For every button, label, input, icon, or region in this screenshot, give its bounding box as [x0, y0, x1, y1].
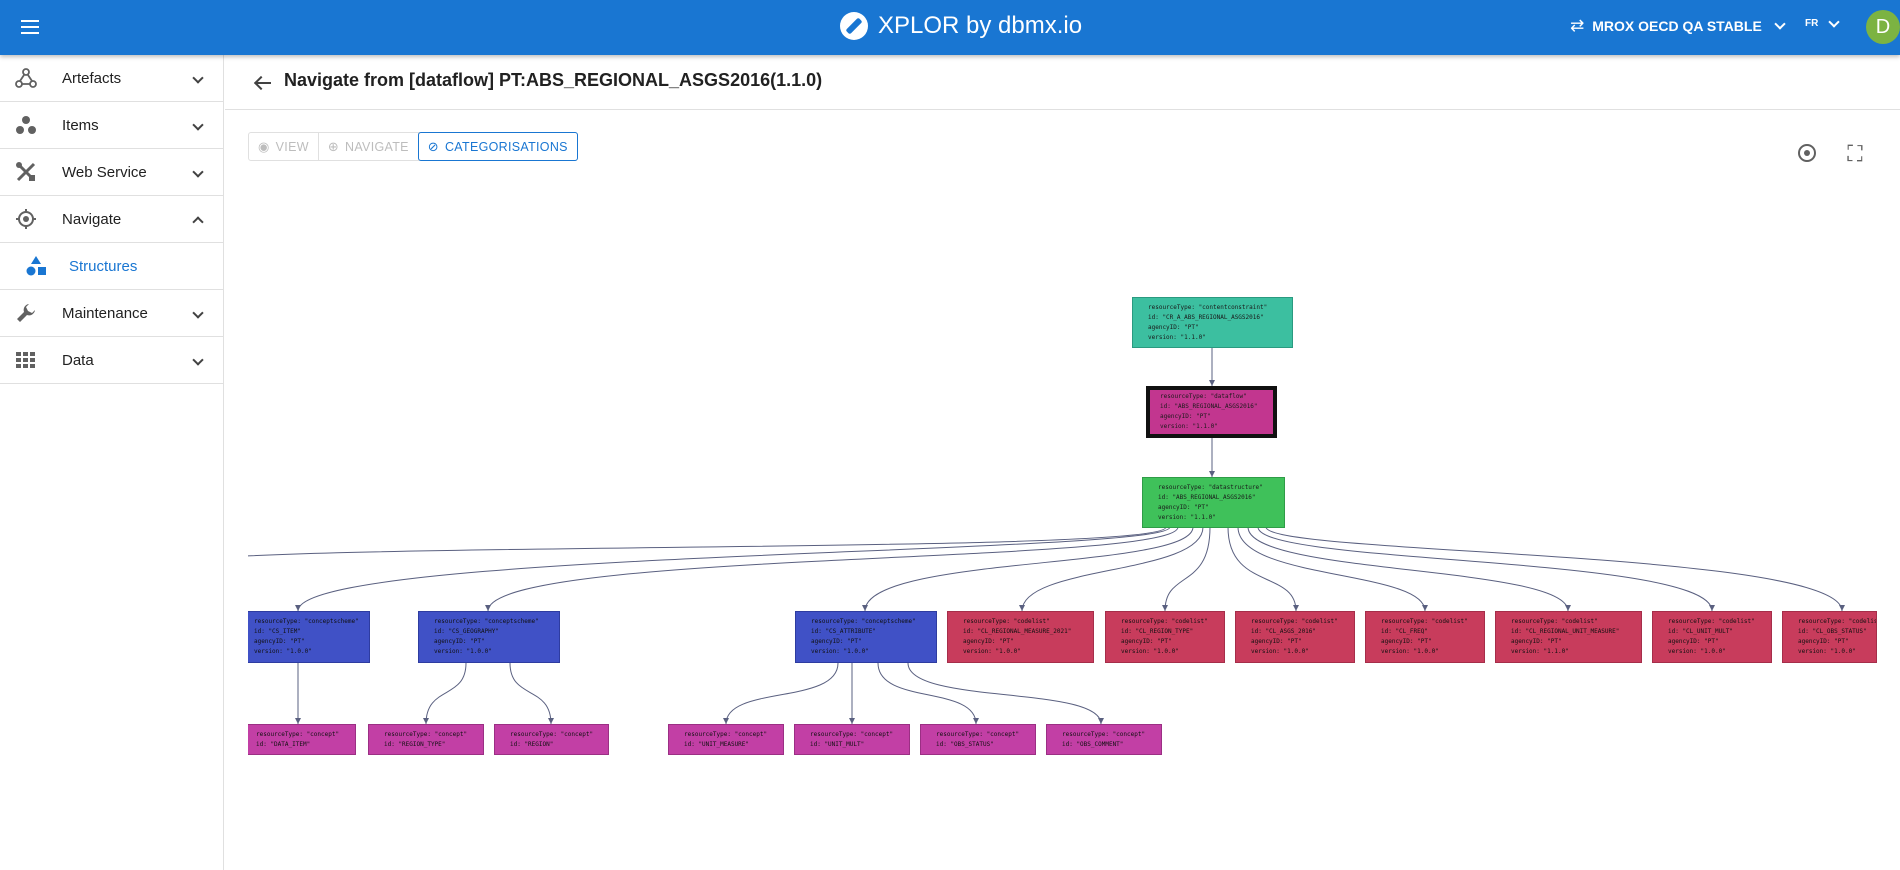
sidebar-item-label: Artefacts: [62, 69, 122, 87]
center-focus-icon[interactable]: [1796, 142, 1820, 166]
brand: XPLOR by dbmx.io: [840, 10, 1082, 42]
sidebar-item-label: Items: [62, 116, 99, 134]
datastructure-node[interactable]: resourceType: "datastructure" id: "ABS_R…: [1142, 477, 1285, 528]
swap-icon: ⇄: [1570, 16, 1585, 35]
navigate-icon: [14, 207, 38, 231]
page-title: Navigate from [dataflow] PT:ABS_REGIONAL…: [284, 70, 823, 90]
sidebar-item-data[interactable]: Data: [0, 337, 223, 384]
navigate-icon: ⊕: [327, 138, 340, 154]
codelist-node[interactable]: resourceType: "codelist" id: "CL_ASGS_20…: [1235, 611, 1355, 663]
concept-node[interactable]: resourceType: "concept" id: "OBS_COMMENT…: [1046, 724, 1162, 755]
chevron-down-icon: [192, 307, 204, 319]
language-selector[interactable]: FR: [1805, 15, 1841, 29]
codelist-node[interactable]: resourceType: "codelist" id: "CL_REGIONA…: [947, 611, 1094, 663]
concept-node[interactable]: resourceType: "concept" id: "UNIT_MULT": [794, 724, 910, 755]
codelist-node[interactable]: resourceType: "codelist" id: "CL_UNIT_MU…: [1652, 611, 1772, 663]
categorisations-button[interactable]: ⊘ CATEGORISATIONS: [417, 132, 578, 161]
eye-icon: ◉: [258, 138, 270, 154]
items-icon: [14, 113, 38, 137]
chevron-up-icon: [192, 216, 204, 228]
sidebar-item-structures[interactable]: Structures: [0, 243, 223, 290]
chevron-down-icon: [192, 119, 204, 131]
chevron-down-icon: [192, 166, 204, 178]
concept-node[interactable]: resourceType: "concept" id: "UNIT_MEASUR…: [668, 724, 784, 755]
edge: [248, 526, 1167, 557]
codelist-node[interactable]: resourceType: "codelist" id: "CL_OBS_STA…: [1782, 611, 1877, 663]
sidebar-item-maintenance[interactable]: Maintenance: [0, 290, 223, 337]
sidebar-item-label: Navigate: [62, 210, 122, 228]
edge: [1237, 526, 1426, 612]
codelist-node[interactable]: resourceType: "codelist" id: "CL_REGION_…: [1105, 611, 1225, 663]
app-bar: XPLOR by dbmx.io ⇄ MROX OECD QA STABLE F…: [0, 0, 1900, 55]
view-button[interactable]: ◉ VIEW: [249, 133, 319, 160]
artefacts-icon: [14, 66, 38, 90]
language-label: FR: [1805, 18, 1819, 29]
navigate-button-label: NAVIGATE: [345, 139, 409, 154]
edge: [509, 662, 552, 725]
chevron-down-icon: [1774, 18, 1786, 30]
contentconstraint-node[interactable]: resourceType: "contentconstraint" id: "C…: [1132, 297, 1293, 348]
sidebar-item-label: Data: [62, 351, 94, 369]
edge: [1021, 526, 1204, 612]
page-header: Navigate from [dataflow] PT:ABS_REGIONAL…: [225, 55, 1900, 110]
menu-icon[interactable]: [18, 15, 44, 39]
edge: [877, 662, 977, 725]
sidebar-item-label: Maintenance: [62, 304, 148, 322]
conceptscheme-node[interactable]: resourceType: "conceptscheme" id: "CS_AT…: [795, 611, 937, 663]
web-service-icon: [14, 160, 38, 184]
categorisations-button-label: CATEGORISATIONS: [444, 139, 568, 154]
sidebar-item-label: Web Service: [62, 163, 147, 181]
edge: [1257, 526, 1713, 612]
conceptscheme-node[interactable]: resourceType: "conceptscheme" id: "CS_GE…: [418, 611, 560, 663]
dataflow-node[interactable]: resourceType: "dataflow" id: "ABS_REGION…: [1146, 386, 1277, 438]
avatar[interactable]: D: [1866, 10, 1900, 44]
fit-view-icon[interactable]: ⛶: [1843, 142, 1867, 166]
sidebar-item-web-service[interactable]: Web Service: [0, 149, 223, 196]
environment-selector[interactable]: ⇄ MROX OECD QA STABLE: [1570, 16, 1786, 36]
sidebar: Artefacts Items Web Service Navigate Str…: [0, 55, 224, 870]
concept-node[interactable]: resourceType: "concept" id: "OBS_STATUS": [920, 724, 1036, 755]
sidebar-item-items[interactable]: Items: [0, 102, 223, 149]
view-toggle-group: ◉ VIEW ⊕ NAVIGATE ⊘ CATEGORISATIONS: [248, 132, 578, 161]
dependency-graph[interactable]: resourceType: "contentconstraint" id: "C…: [248, 170, 1888, 860]
edge: [907, 662, 1102, 725]
data-icon: [14, 348, 38, 372]
concept-node[interactable]: resourceType: "concept" id: "REGION": [494, 724, 609, 755]
edge: [1164, 526, 1211, 612]
edge: [725, 662, 839, 725]
sidebar-item-artefacts[interactable]: Artefacts: [0, 55, 223, 102]
concept-node[interactable]: resourceType: "concept" id: "REGION_TYPE…: [368, 724, 484, 755]
graph-edges: [248, 348, 1845, 725]
edge: [487, 526, 1179, 612]
maintenance-icon: [14, 301, 38, 325]
brand-title: XPLOR by dbmx.io: [878, 12, 1083, 39]
eye-off-icon: ⊘: [427, 138, 439, 154]
sidebar-item-label: Structures: [69, 257, 138, 275]
edge: [297, 526, 1171, 612]
edge: [1227, 526, 1297, 612]
chevron-down-icon: [192, 354, 204, 366]
sidebar-item-navigate[interactable]: Navigate: [0, 196, 223, 243]
concept-node[interactable]: resourceType: "concept" id: "DATA_ITEM": [248, 724, 356, 755]
view-button-label: VIEW: [275, 139, 309, 154]
edge: [425, 662, 467, 725]
compass-icon: [840, 12, 868, 40]
chevron-down-icon: [192, 72, 204, 84]
edge: [1247, 526, 1569, 612]
codelist-node[interactable]: resourceType: "codelist" id: "CL_FREQ" a…: [1365, 611, 1485, 663]
chevron-down-icon: [1828, 15, 1841, 28]
back-arrow-icon[interactable]: [253, 73, 273, 93]
conceptscheme-node[interactable]: resourceType: "conceptscheme" id: "CS_IT…: [248, 611, 370, 663]
navigate-button[interactable]: ⊕ NAVIGATE: [319, 133, 419, 160]
environment-label: MROX OECD QA STABLE: [1592, 18, 1762, 34]
structures-icon: [24, 254, 48, 278]
codelist-node[interactable]: resourceType: "codelist" id: "CL_REGIONA…: [1495, 611, 1642, 663]
